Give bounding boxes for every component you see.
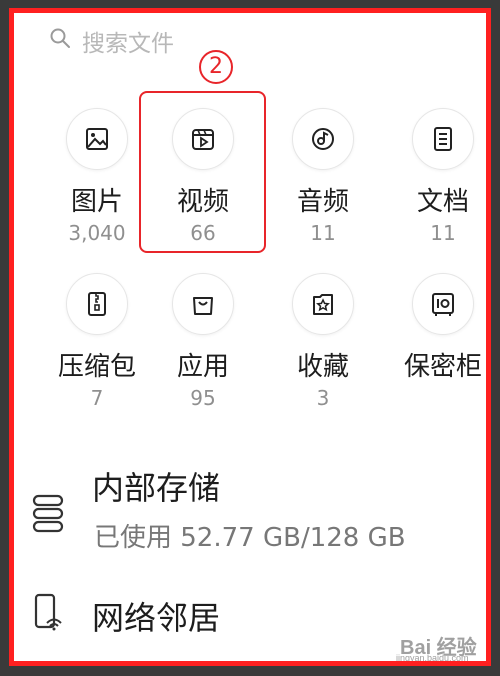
category-audio[interactable]: 音频 11: [263, 108, 383, 245]
category-videos[interactable]: 视频 66: [143, 108, 263, 245]
music-icon: [292, 108, 354, 170]
category-documents[interactable]: 文档 11: [383, 108, 486, 245]
storage-icon: [32, 493, 64, 533]
category-label: 应用: [176, 352, 229, 382]
network-title: 网络邻居: [92, 599, 221, 637]
category-archives[interactable]: 压缩包 7: [37, 273, 157, 410]
category-label: 音频: [296, 187, 349, 217]
archive-icon: [66, 273, 128, 335]
category-count: 3,040: [68, 221, 126, 245]
search-placeholder: 搜索文件: [82, 31, 174, 57]
category-images[interactable]: 图片 3,040: [37, 108, 157, 245]
category-label: 收藏: [296, 352, 349, 382]
storage-title: 内部存储: [92, 469, 221, 507]
category-count: 95: [190, 386, 216, 410]
category-label: 图片: [70, 187, 123, 217]
category-label: 文档: [416, 187, 469, 217]
category-count: 11: [310, 221, 336, 245]
step-marker: 2: [199, 50, 233, 84]
image-icon: [66, 108, 128, 170]
search-icon: [48, 26, 72, 56]
search-bar[interactable]: 搜索文件: [48, 23, 174, 59]
storage-usage: 已使用 52.77 GB/128 GB: [94, 523, 406, 553]
category-favorites[interactable]: 收藏 3: [263, 273, 383, 410]
category-count: 66: [190, 221, 216, 245]
baidu-watermark: Bai 经验 jingyan.baidu.com: [392, 631, 486, 663]
category-label: 压缩包: [57, 352, 136, 382]
category-count: 3: [316, 386, 330, 410]
file-manager-screen: 搜索文件 2 图片 3,040 视频 66 音频 11 文档 11 压缩包 7 …: [9, 8, 491, 666]
safe-icon: [412, 273, 474, 335]
watermark-url: jingyan.baidu.com: [396, 653, 469, 663]
category-label: 保密柜: [403, 352, 482, 382]
category-count: 7: [90, 386, 104, 410]
video-icon: [172, 108, 234, 170]
document-icon: [412, 108, 474, 170]
internal-storage-row[interactable]: 内部存储 已使用 52.77 GB/128 GB: [14, 461, 486, 561]
network-phone-icon: [34, 593, 64, 633]
category-count: 11: [430, 221, 456, 245]
app-bag-icon: [172, 273, 234, 335]
category-apps[interactable]: 应用 95: [143, 273, 263, 410]
category-safe[interactable]: 保密柜: [383, 273, 486, 386]
favorite-star-icon: [292, 273, 354, 335]
category-label: 视频: [176, 187, 229, 217]
